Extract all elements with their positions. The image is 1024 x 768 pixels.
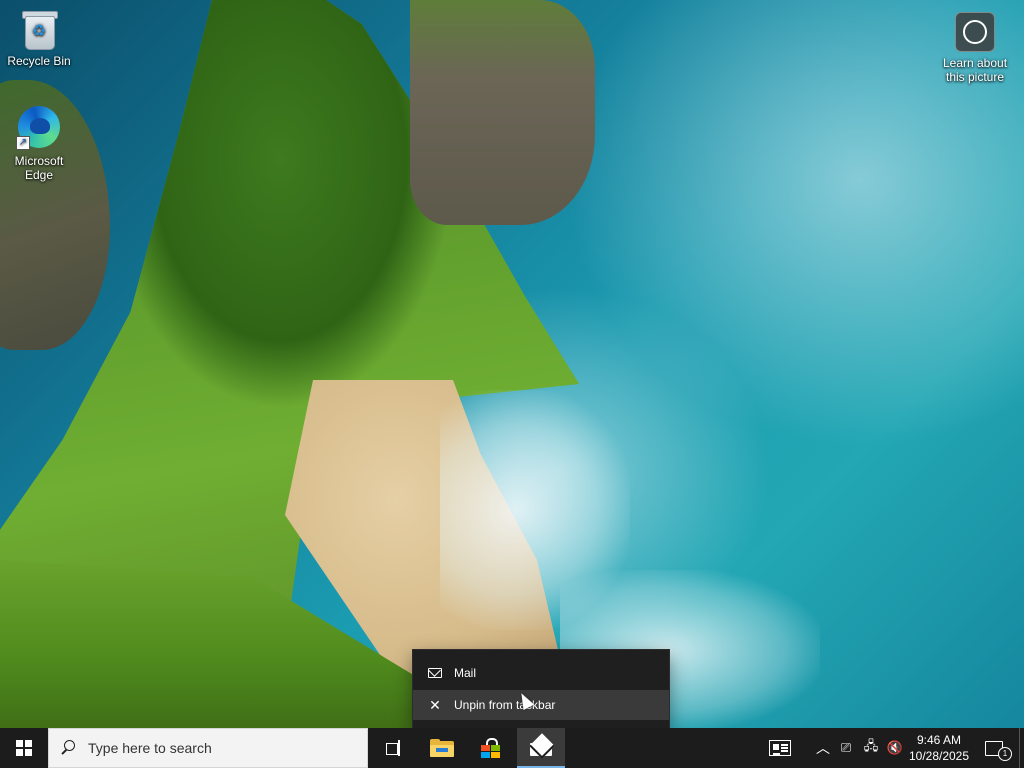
store-button[interactable]: [467, 728, 515, 768]
clock-time: 9:46 AM: [916, 733, 962, 747]
clock-date: 10/28/2025: [908, 749, 970, 763]
desktop-icon-learn-about-picture[interactable]: Learn about this picture: [937, 12, 1013, 84]
jumplist-item-unpin[interactable]: ✕ Unpin from taskbar: [413, 690, 669, 720]
task-view-icon: [383, 740, 401, 756]
mail-icon: [427, 665, 443, 681]
desktop-icon-recycle-bin[interactable]: ♻ Recycle Bin: [1, 8, 77, 68]
jumplist-item-mail[interactable]: Mail: [413, 658, 669, 688]
network-icon: 🖧: [863, 738, 879, 753]
store-icon: [480, 738, 502, 758]
wallpaper-rock: [410, 0, 595, 225]
taskbar: Type here to search ︿ ⎚ 🖧 🔇 9:46 AM 10/2…: [0, 728, 1024, 768]
mail-taskbar-button[interactable]: [517, 728, 565, 768]
start-button[interactable]: [0, 728, 48, 768]
desktop-wallpaper: [0, 0, 1024, 728]
taskbar-search-box[interactable]: Type here to search: [48, 728, 368, 768]
notification-count: 1: [998, 746, 1012, 761]
desktop-icon-edge[interactable]: ↗ Microsoft Edge: [1, 104, 77, 182]
desktop-icon-label: Learn about this picture: [942, 56, 1008, 84]
unpin-icon: ✕: [429, 697, 441, 713]
news-icon: [769, 740, 791, 756]
taskbar-clock[interactable]: 9:46 AM 10/28/2025: [904, 728, 974, 768]
volume-muted-icon: 🔇: [886, 740, 904, 755]
file-explorer-button[interactable]: [418, 728, 466, 768]
meet-now-button[interactable]: ⎚: [835, 728, 857, 768]
windows-logo-icon: [16, 740, 32, 756]
desktop-icon-label: Microsoft Edge: [14, 154, 64, 182]
camera-icon: ⎚: [840, 740, 852, 755]
desktop-icon-label: Recycle Bin: [7, 54, 71, 68]
search-placeholder: Type here to search: [88, 740, 212, 756]
shortcut-arrow-icon: ↗: [16, 136, 30, 150]
folder-icon: [430, 739, 454, 757]
search-icon: [60, 740, 76, 756]
camera-icon: [955, 12, 995, 52]
mail-icon: [529, 733, 555, 759]
task-view-button[interactable]: [368, 728, 416, 768]
network-button[interactable]: 🖧: [860, 728, 882, 768]
notification-icon: 1: [985, 740, 1012, 761]
chevron-up-icon: ︿: [816, 740, 830, 756]
jumplist-item-label: Unpin from taskbar: [454, 698, 556, 712]
recycle-bin-icon: ♻: [21, 8, 58, 50]
show-hidden-icons-button[interactable]: ︿: [812, 728, 834, 768]
show-desktop-button[interactable]: [1019, 728, 1024, 768]
jumplist-item-label: Mail: [454, 666, 477, 680]
volume-button[interactable]: 🔇: [884, 728, 906, 768]
edge-icon: ↗: [16, 104, 62, 150]
news-and-interests-button[interactable]: [760, 728, 800, 768]
action-center-button[interactable]: 1: [978, 728, 1012, 768]
